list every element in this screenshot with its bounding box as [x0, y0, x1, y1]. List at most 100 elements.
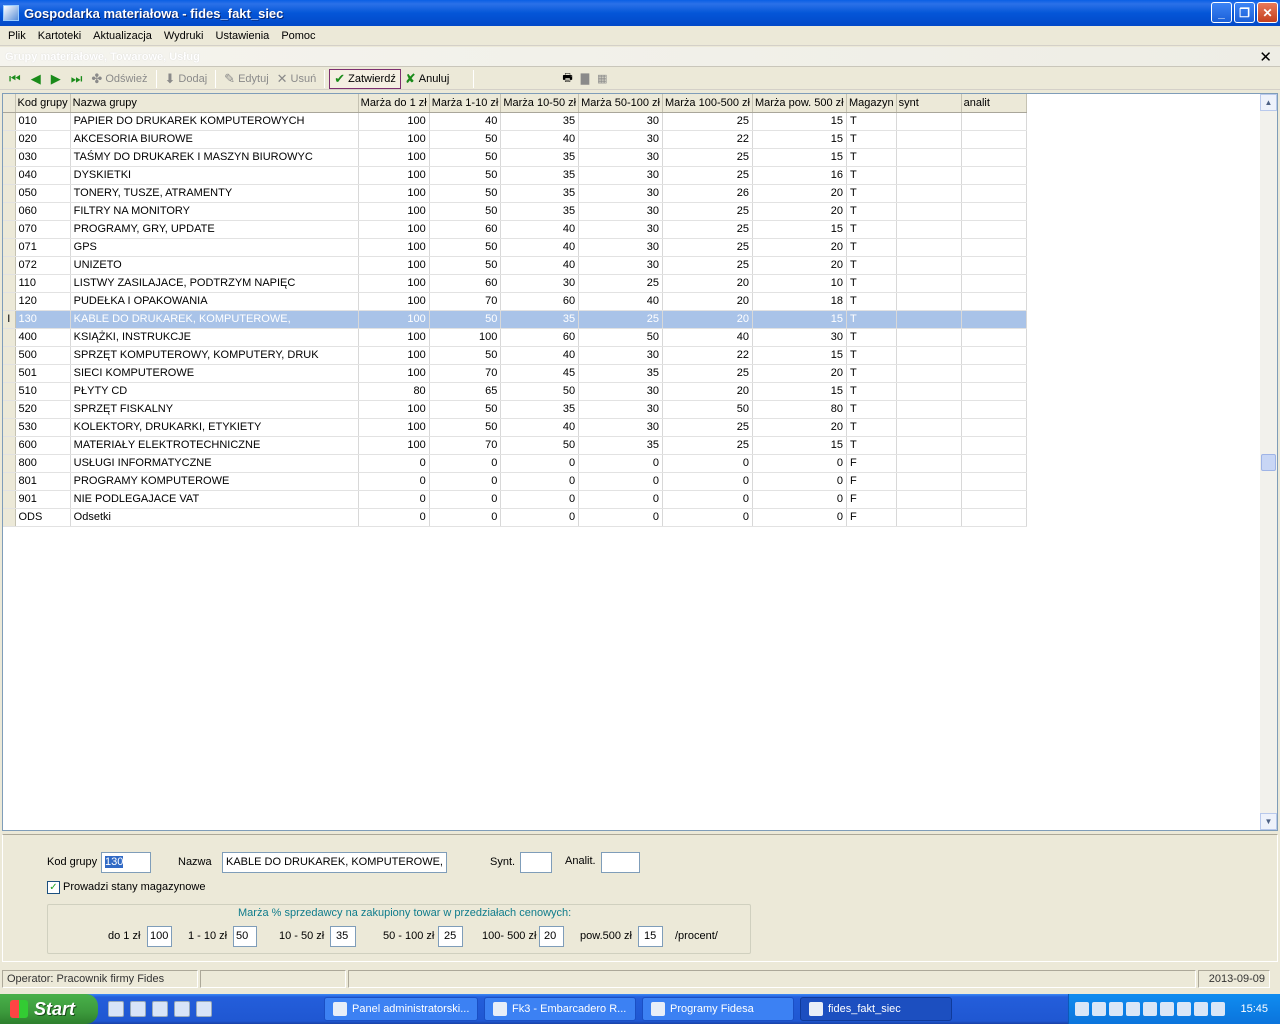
- table-row[interactable]: 060 FILTRY NA MONITORY 100 50 35 30 25 20 T: [3, 202, 1027, 221]
- table-cell[interactable]: 30: [578, 166, 663, 185]
- table-cell[interactable]: 0: [662, 508, 753, 527]
- table-cell[interactable]: [896, 364, 962, 383]
- analit-input[interactable]: [601, 852, 640, 873]
- table-cell[interactable]: 801: [15, 472, 71, 491]
- table-cell[interactable]: 35: [500, 310, 580, 329]
- table-cell[interactable]: 80: [752, 400, 847, 419]
- table-row[interactable]: I 130 KABLE DO DRUKAREK, KOMPUTEROWE, 100 50…: [3, 310, 1027, 329]
- table-cell[interactable]: 50: [429, 256, 502, 275]
- table-cell[interactable]: 0: [662, 490, 753, 509]
- table-row[interactable]: 901 NIE PODLEGAJACE VAT 0 0 0 0 0 0 F: [3, 490, 1027, 509]
- table-cell[interactable]: [896, 166, 962, 185]
- groups-grid[interactable]: Kod grupy Nazwa grupy Marża do 1 zł Marża 1…: [2, 93, 1278, 831]
- column-header[interactable]: Magazyn: [846, 94, 897, 113]
- table-cell[interactable]: 30: [578, 220, 663, 239]
- tray-icon[interactable]: [1109, 1002, 1123, 1016]
- table-cell[interactable]: 100: [358, 436, 430, 455]
- menu-wydruki[interactable]: Wydruki: [158, 30, 210, 42]
- table-cell[interactable]: 60: [429, 274, 502, 293]
- table-cell[interactable]: GPS: [70, 238, 359, 257]
- table-cell[interactable]: 400: [15, 328, 71, 347]
- refresh-button[interactable]: ✤ Odśwież: [87, 69, 151, 89]
- table-cell[interactable]: 072: [15, 256, 71, 275]
- menu-aktualizacja[interactable]: Aktualizacja: [87, 30, 158, 42]
- table-cell[interactable]: 50: [429, 400, 502, 419]
- table-cell[interactable]: 40: [500, 256, 580, 275]
- table-cell[interactable]: 30: [578, 238, 663, 257]
- table-cell[interactable]: 40: [500, 130, 580, 149]
- table-cell[interactable]: 100: [358, 256, 430, 275]
- table-cell[interactable]: 20: [752, 202, 847, 221]
- table-row[interactable]: 801 PROGRAMY KOMPUTEROWE 0 0 0 0 0 0 F: [3, 472, 1027, 491]
- table-cell[interactable]: [961, 508, 1027, 527]
- table-cell[interactable]: KABLE DO DRUKAREK, KOMPUTEROWE,: [70, 310, 359, 329]
- grid-view-icon[interactable]: ▦: [593, 69, 611, 89]
- table-cell[interactable]: [961, 166, 1027, 185]
- table-cell[interactable]: 25: [662, 238, 753, 257]
- table-cell[interactable]: 25: [662, 166, 753, 185]
- table-cell[interactable]: PAPIER DO DRUKAREK KOMPUTEROWYCH: [70, 112, 359, 131]
- table-row[interactable]: ODS Odsetki 0 0 0 0 0 0 F: [3, 508, 1027, 527]
- window-titlebar[interactable]: Gospodarka materiałowa - fides_fakt_siec…: [0, 0, 1280, 26]
- table-cell[interactable]: ODS: [15, 508, 71, 527]
- task-fides-fakt-siec[interactable]: fides_fakt_siec: [800, 997, 952, 1021]
- table-cell[interactable]: 60: [429, 220, 502, 239]
- table-cell[interactable]: 50: [429, 238, 502, 257]
- table-cell[interactable]: 50: [429, 202, 502, 221]
- table-cell[interactable]: 25: [662, 256, 753, 275]
- table-cell[interactable]: 15: [752, 346, 847, 365]
- table-cell[interactable]: 020: [15, 130, 71, 149]
- table-cell[interactable]: PŁYTY CD: [70, 382, 359, 401]
- table-cell[interactable]: [961, 490, 1027, 509]
- table-row[interactable]: 110 LISTWY ZASILAJACE, PODTRZYM NAPIĘC 100…: [3, 274, 1027, 293]
- table-cell[interactable]: T: [846, 256, 897, 275]
- table-row[interactable]: 040 DYSKIETKI 100 50 35 30 25 16 T: [3, 166, 1027, 185]
- table-cell[interactable]: 15: [752, 310, 847, 329]
- table-cell[interactable]: 25: [662, 364, 753, 383]
- table-cell[interactable]: [896, 256, 962, 275]
- column-header[interactable]: Kod grupy: [15, 94, 71, 113]
- table-cell[interactable]: 30: [500, 274, 580, 293]
- table-cell[interactable]: 40: [500, 418, 580, 437]
- table-row[interactable]: 020 AKCESORIA BIUROWE 100 50 40 30 22 15 T: [3, 130, 1027, 149]
- table-cell[interactable]: NIE PODLEGAJACE VAT: [70, 490, 359, 509]
- table-cell[interactable]: [896, 400, 962, 419]
- table-cell[interactable]: 050: [15, 184, 71, 203]
- close-button[interactable]: ✕: [1257, 2, 1278, 23]
- table-cell[interactable]: 0: [662, 454, 753, 473]
- table-row[interactable]: 800 USŁUGI INFORMATYCZNE 0 0 0 0 0 0 F: [3, 454, 1027, 473]
- prev-record-icon[interactable]: ◀: [26, 69, 46, 89]
- table-cell[interactable]: T: [846, 436, 897, 455]
- table-cell[interactable]: 100: [358, 328, 430, 347]
- table-cell[interactable]: F: [846, 454, 897, 473]
- range-input-1[interactable]: 100: [147, 926, 172, 947]
- table-cell[interactable]: [896, 436, 962, 455]
- table-cell[interactable]: 100: [358, 220, 430, 239]
- table-row[interactable]: 070 PROGRAMY, GRY, UPDATE 100 60 40 30 25 15 T: [3, 220, 1027, 239]
- table-row[interactable]: 030 TAŚMY DO DRUKAREK I MASZYN BIUROWYC 10…: [3, 148, 1027, 167]
- table-cell[interactable]: 40: [500, 238, 580, 257]
- table-cell[interactable]: 20: [752, 184, 847, 203]
- table-cell[interactable]: 80: [358, 382, 430, 401]
- table-cell[interactable]: 0: [752, 508, 847, 527]
- confirm-button[interactable]: ✔ Zatwierdź: [329, 68, 401, 89]
- table-cell[interactable]: 071: [15, 238, 71, 257]
- table-cell[interactable]: 100: [358, 364, 430, 383]
- table-cell[interactable]: 20: [662, 310, 753, 329]
- table-cell[interactable]: 100: [358, 166, 430, 185]
- table-cell[interactable]: 0: [578, 508, 663, 527]
- next-record-icon[interactable]: ▶: [46, 69, 66, 89]
- table-cell[interactable]: 30: [578, 202, 663, 221]
- table-cell[interactable]: PROGRAMY, GRY, UPDATE: [70, 220, 359, 239]
- cancel-button[interactable]: ✘ Anuluj: [401, 69, 453, 89]
- table-cell[interactable]: 25: [578, 274, 663, 293]
- table-cell[interactable]: 20: [752, 238, 847, 257]
- table-row[interactable]: 072 UNIZETO 100 50 40 30 25 20 T: [3, 256, 1027, 275]
- table-cell[interactable]: 100: [429, 328, 502, 347]
- table-cell[interactable]: 50: [500, 436, 580, 455]
- table-row[interactable]: 510 PŁYTY CD 80 65 50 30 20 15 T: [3, 382, 1027, 401]
- table-cell[interactable]: [896, 508, 962, 527]
- table-cell[interactable]: [961, 220, 1027, 239]
- table-cell[interactable]: [961, 130, 1027, 149]
- table-cell[interactable]: 100: [358, 274, 430, 293]
